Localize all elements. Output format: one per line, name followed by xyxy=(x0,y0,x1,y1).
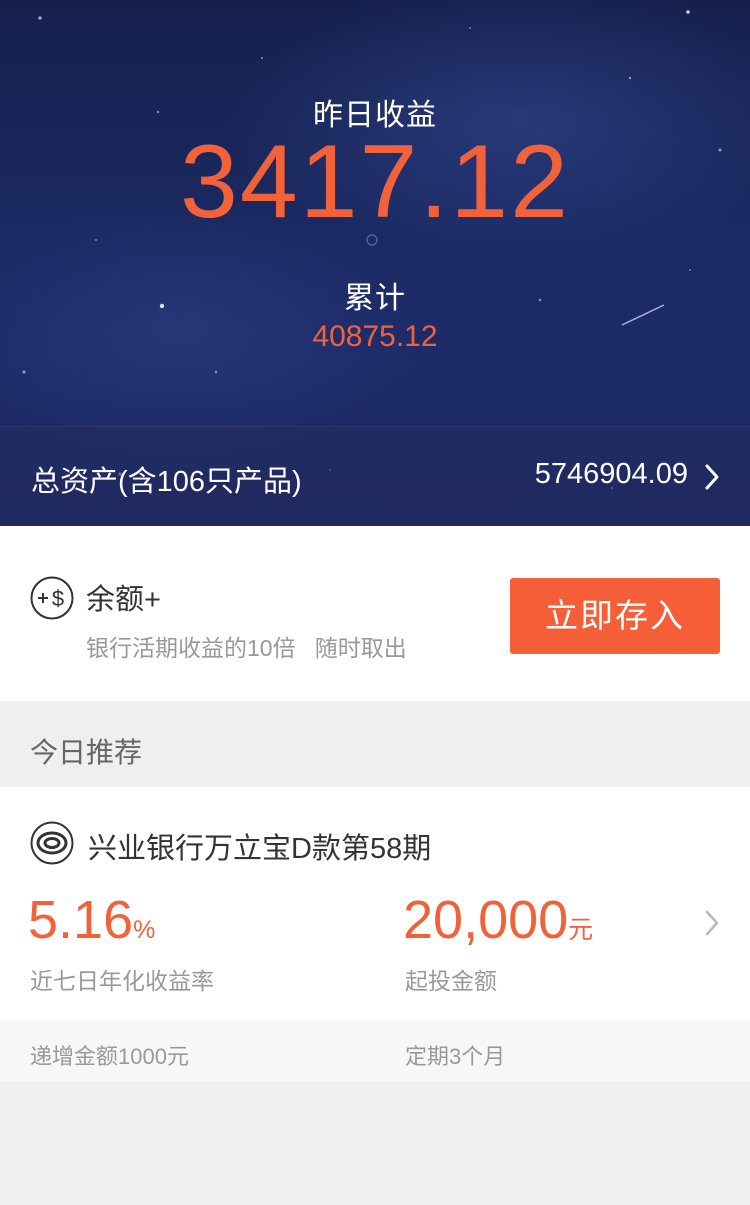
deposit-now-button[interactable]: 立即存入 xyxy=(510,578,720,654)
product-card[interactable]: 兴业银行万立宝D款第58期 5.16% 近七日年化收益率 20,000元 起投金… xyxy=(0,787,750,1082)
chevron-right-icon xyxy=(705,910,719,936)
term-length: 定期3个月 xyxy=(405,1044,506,1069)
cumulative-earnings-value: 40875.12 xyxy=(312,320,438,353)
annual-rate-value: 5.16 xyxy=(28,890,134,950)
product-name: 兴业银行万立宝D款第58期 xyxy=(88,833,432,865)
min-investment-unit: 元 xyxy=(568,916,594,944)
section-title: 今日推荐 xyxy=(30,737,143,768)
min-investment-label: 起投金额 xyxy=(405,968,497,994)
balance-plus-title: 余额+ xyxy=(86,584,161,616)
balance-plus-card: $ 余额+ 银行活期收益的10倍 随时取出 立即存入 xyxy=(0,526,750,701)
cumulative-earnings-label: 累计 xyxy=(344,282,406,315)
total-assets-label: 总资产(含106只产品) xyxy=(31,466,302,498)
total-assets-value: 5746904.09 xyxy=(534,458,688,490)
bank-logo-icon xyxy=(30,821,74,865)
chevron-right-icon xyxy=(705,464,719,490)
annual-rate: 5.16% xyxy=(28,889,155,961)
increment-amount: 递增金额1000元 xyxy=(30,1044,189,1069)
min-investment-value: 20,000 xyxy=(403,890,569,950)
yesterday-earnings-value: 3417.12 xyxy=(180,124,570,240)
annual-rate-label: 近七日年化收益率 xyxy=(30,968,214,994)
annual-rate-unit: % xyxy=(133,916,156,944)
today-recommend-header: 今日推荐 xyxy=(0,701,750,787)
svg-text:$: $ xyxy=(52,586,64,611)
total-assets-row[interactable]: 总资产(含106只产品) 5746904.09 xyxy=(0,426,750,526)
plus-dollar-icon: $ xyxy=(30,576,74,620)
balance-plus-subtitle: 银行活期收益的10倍 随时取出 xyxy=(86,635,407,661)
min-investment: 20,000元 xyxy=(403,889,593,961)
product-footer: 递增金额1000元 定期3个月 xyxy=(0,1021,750,1082)
earnings-header: 昨日收益 3417.12 累计 40875.12 总资产(含106只产品) 57… xyxy=(0,0,750,526)
